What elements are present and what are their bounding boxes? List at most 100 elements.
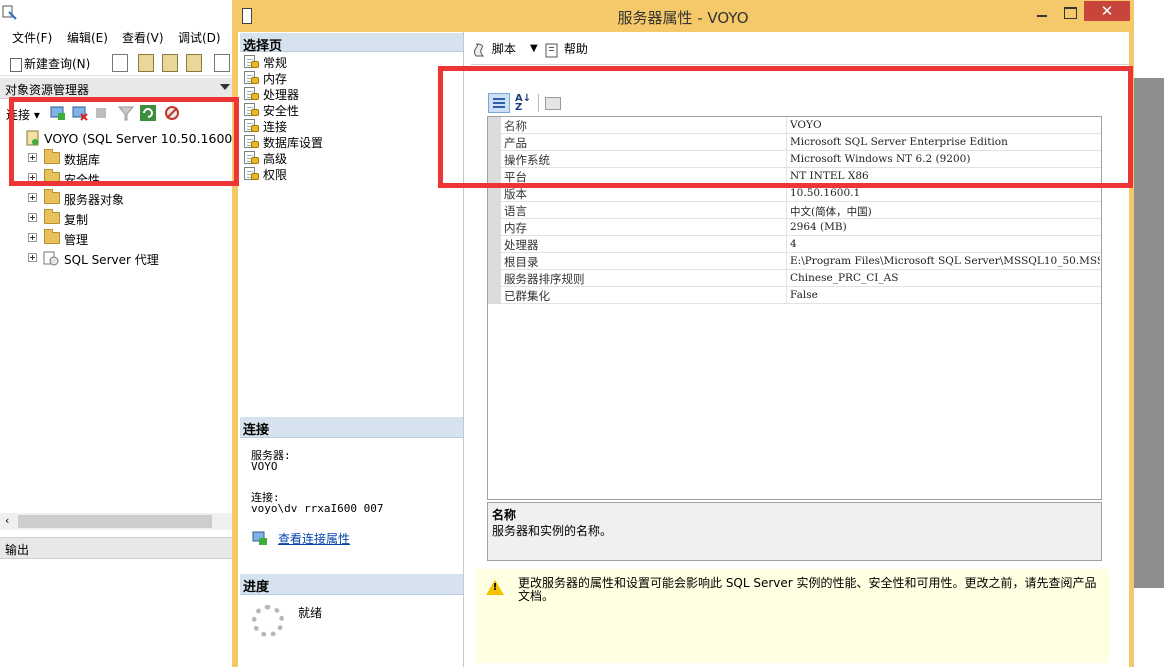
refresh-icon[interactable] [140,105,156,121]
warning-icon-glyph: ! [492,582,498,593]
property-name: 名称 [504,119,527,133]
property-value: 10.50.1600.1 [790,187,861,199]
main-window-edge [1133,0,1164,78]
expand-icon[interactable] [28,153,37,162]
xmla-query-icon[interactable] [186,54,202,72]
tree-server-node[interactable]: VOYO (SQL Server 10.50.1600 - [10,129,241,149]
menu-debug[interactable]: 调试(D) [178,29,221,46]
new-query-label: 新建查询(N) [24,57,91,71]
minimize-button[interactable] [1028,2,1056,22]
view-connection-properties-link[interactable]: 查看连接属性 [278,530,350,547]
help-icon [545,43,558,57]
select-page-header: 选择页 [240,33,463,54]
new-file-icon[interactable] [214,54,230,72]
script-button[interactable]: 脚本 [472,40,516,58]
connect-dropdown[interactable]: 连接 ▾ [6,106,40,123]
disconnect-icon[interactable] [72,105,88,121]
property-row-product[interactable]: 产品 Microsoft SQL Server Enterprise Editio… [488,134,1101,151]
dialog-title-bar[interactable]: 服务器属性 - VOYO ✕ [232,0,1134,32]
server-node-label: VOYO (SQL Server 10.50.1600 - [44,131,241,146]
tree-node-replication[interactable]: 复制 [28,209,228,229]
help-button[interactable]: 帮助 [544,40,588,58]
property-pages-icon[interactable] [542,93,564,113]
property-row-collation[interactable]: 服务器排序规则 Chinese_PRC_CI_AS [488,270,1101,287]
property-row-platform[interactable]: 平台 NT INTEL X86 [488,168,1101,185]
output-panel-header: 输出 [0,537,234,559]
menu-file[interactable]: 文件(F) [12,29,52,46]
property-row-root-directory[interactable]: 根目录 E:\Program Files\Microsoft SQL Server… [488,253,1101,270]
tree-node-security[interactable]: 安全性 [28,169,228,189]
menu-view[interactable]: 查看(V) [122,29,164,46]
ssms-app-icon [2,5,17,20]
property-row-memory[interactable]: 内存 2964 (MB) [488,219,1101,236]
toolbar-separator [538,94,539,112]
tree-node-management[interactable]: 管理 [28,229,228,249]
output-title: 输出 [5,543,30,557]
connect-object-explorer-icon[interactable] [50,105,66,121]
expand-icon[interactable] [28,173,37,182]
maximize-button[interactable] [1056,2,1084,22]
connection-section-header: 连接 [240,417,463,438]
filter-icon[interactable] [118,105,134,121]
property-row-language[interactable]: 语言 中文(简体，中国) [488,202,1101,219]
toolbar-separator [471,64,1129,65]
property-value: 中文(简体，中国) [790,206,872,218]
new-query-button[interactable]: 新建查询(N) [10,55,90,72]
open-file-icon[interactable] [112,54,128,72]
close-button[interactable]: ✕ [1084,1,1130,21]
scroll-left-icon[interactable]: ‹ [5,514,9,527]
property-name: 已群集化 [504,289,550,303]
dropdown-arrow-icon[interactable] [220,84,230,90]
property-row-name[interactable]: 名称 VOYO [488,117,1101,134]
expand-icon[interactable] [28,213,37,222]
categorized-view-icon[interactable] [488,93,510,113]
activity-monitor-icon[interactable] [164,105,180,121]
page-label: 处理器 [263,88,300,102]
property-row-os[interactable]: 操作系统 Microsoft Windows NT 6.2 (9200) [488,151,1101,168]
expand-icon[interactable] [28,253,37,262]
connect-label: 连接 [6,108,31,122]
folder-icon [44,169,60,184]
stop-icon[interactable] [96,108,106,118]
page-label: 内存 [263,72,288,86]
property-row-version[interactable]: 版本 10.50.1600.1 [488,185,1101,202]
help-label: 帮助 [563,42,588,56]
expand-icon[interactable] [28,233,37,242]
property-name: 版本 [504,187,527,201]
tree-node-label: 服务器对象 [64,193,125,207]
object-explorer-title: 对象资源管理器 [5,83,90,97]
property-name: 产品 [504,136,527,150]
connection-properties-icon[interactable] [252,530,268,546]
folder-icon [44,209,60,224]
server-properties-dialog: 服务器属性 - VOYO ✕ 选择页 常规 内存 处理器 安全性 连接 数据库设… [232,0,1134,667]
progress-section-header: 进度 [240,574,463,595]
script-dropdown-arrow-icon[interactable]: ▼ [530,43,538,54]
property-name: 平台 [504,170,527,184]
property-grid-toolbar: A↓ Z [488,93,568,113]
folder-icon [44,149,60,164]
property-page-icon [244,167,259,180]
property-value: E:\Program Files\Microsoft SQL Server\MS… [790,255,1100,267]
menu-edit[interactable]: 编辑(E) [67,29,108,46]
property-row-clustered[interactable]: 已群集化 False [488,287,1101,304]
alphabetical-sort-icon[interactable]: A↓ Z [512,93,534,113]
tree-node-sql-agent[interactable]: SQL Server 代理 [28,249,228,269]
scrollbar-thumb[interactable] [18,515,212,528]
progress-spinner-icon [252,605,284,637]
property-value: Microsoft SQL Server Enterprise Edition [790,136,1008,148]
property-row-processors[interactable]: 处理器 4 [488,236,1101,253]
expand-icon[interactable] [28,193,37,202]
connection-value: voyo\dv rrxaI600 007 [251,502,384,515]
tree-node-databases[interactable]: 数据库 [28,149,228,169]
page-label: 高级 [263,152,288,166]
progress-status: 就绪 [298,606,323,620]
mdx-query-icon[interactable] [138,54,154,72]
property-value: 2964 (MB) [790,221,847,233]
property-value: NT INTEL X86 [790,170,869,182]
dmx-query-icon[interactable] [162,54,178,72]
tree-node-server-objects[interactable]: 服务器对象 [28,189,228,209]
sort-icon-bottom: Z [515,102,523,113]
server-value: VOYO [251,460,278,473]
property-name: 根目录 [504,255,539,269]
object-explorer-horizontal-scrollbar[interactable]: ‹ [0,513,234,530]
